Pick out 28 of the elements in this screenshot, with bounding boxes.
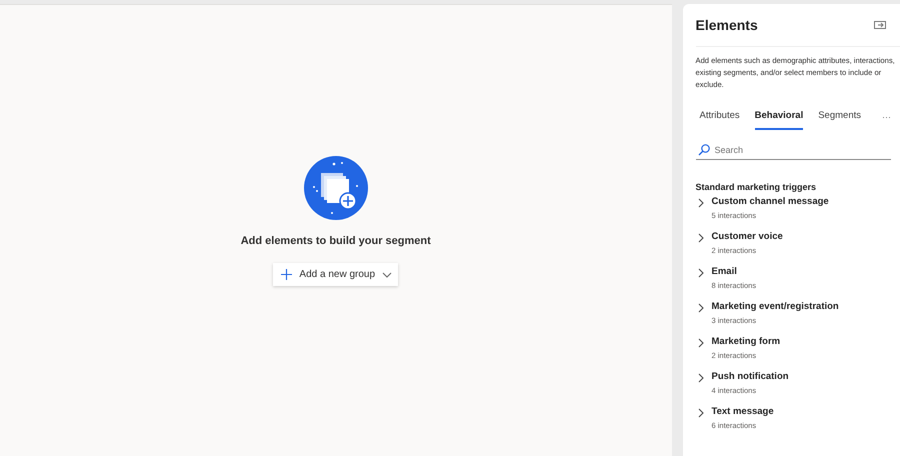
trigger-name[interactable]: Email <box>712 266 756 277</box>
trigger-name[interactable]: Custom channel message <box>712 196 829 207</box>
chevron-icon[interactable] <box>698 233 704 243</box>
trigger-name[interactable]: Customer voice <box>712 231 783 242</box>
trigger-name[interactable]: Text message <box>712 406 774 417</box>
chevron-icon[interactable] <box>698 303 704 313</box>
trigger-name[interactable]: Marketing form <box>712 336 780 347</box>
chevron-icon[interactable] <box>698 408 704 418</box>
collapse-panel-icon[interactable] <box>874 21 886 29</box>
search-field[interactable]: Search <box>714 145 887 155</box>
trigger-name[interactable]: Marketing event/registration <box>712 301 839 312</box>
add-group-button[interactable]: Add a new group <box>273 263 398 286</box>
chevron-icon[interactable] <box>698 198 704 208</box>
section-title: Standard marketing triggers <box>696 182 818 192</box>
empty-message: Add elements to build your segment <box>240 235 431 247</box>
search-icon <box>698 144 710 156</box>
tab[interactable]: Behavioral <box>754 103 804 130</box>
trigger-name[interactable]: Push notification <box>712 371 789 382</box>
chevron-icon[interactable] <box>698 338 704 348</box>
panel-title: Elements <box>696 17 758 33</box>
pages-plus-icon <box>302 155 369 221</box>
plus-icon <box>281 269 292 280</box>
chevron-down-icon <box>382 272 392 278</box>
tab[interactable]: Segments <box>818 103 861 130</box>
tab[interactable]: Attributes <box>700 103 740 130</box>
chevron-icon[interactable] <box>698 373 704 383</box>
more-button[interactable]: ··· <box>882 112 891 122</box>
chevron-icon[interactable] <box>698 268 704 278</box>
